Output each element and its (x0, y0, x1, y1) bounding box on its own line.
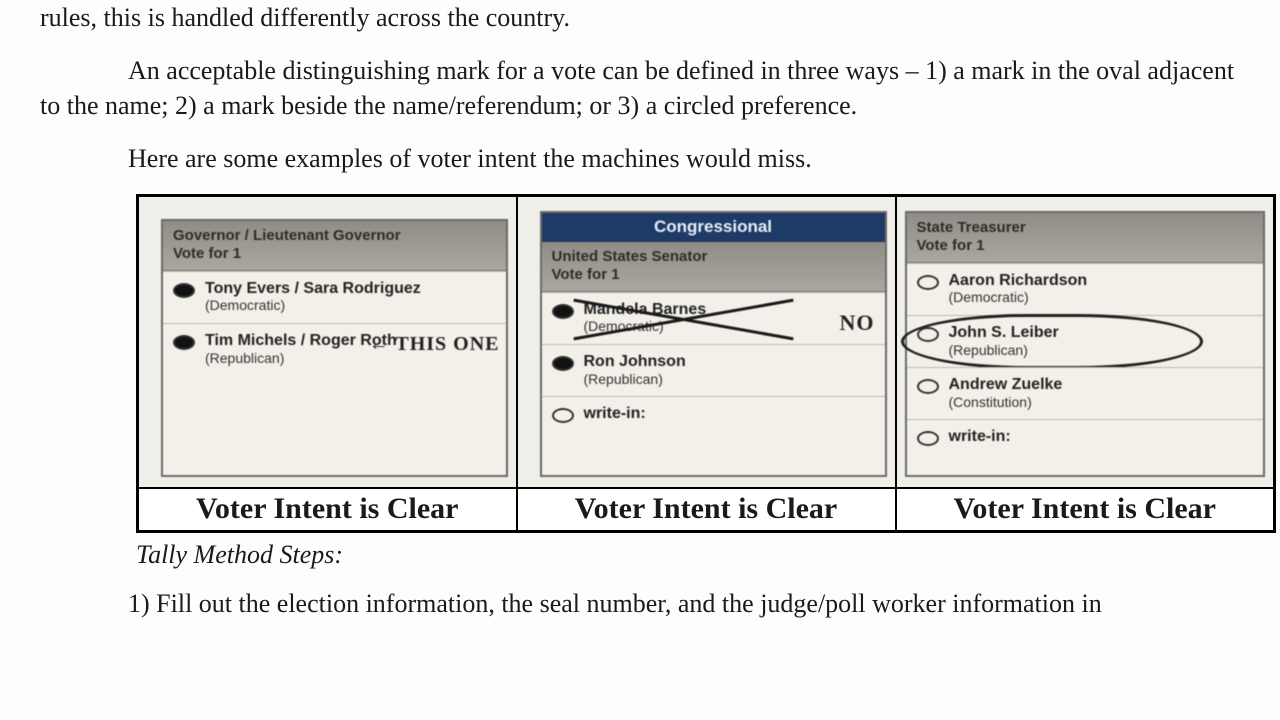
candidate-name: Aaron Richardson (949, 272, 1088, 289)
write-in-label: write-in: (584, 405, 646, 422)
ballot-example-1: Governor / Lieutenant Governor Vote for … (138, 196, 517, 489)
document-page: rules, this is handled differently acros… (0, 0, 1280, 621)
ballot-header: State Treasurer Vote for 1 (907, 213, 1264, 263)
oval-icon (552, 356, 574, 371)
candidate-party: (Democratic) (949, 289, 1029, 305)
ballot-titlebar: Congressional (542, 213, 885, 242)
handwritten-annotation: NO (840, 311, 875, 335)
paragraph-fragment-top: rules, this is handled differently acros… (40, 0, 1240, 35)
oval-icon (917, 379, 939, 394)
candidate-party: (Republican) (584, 371, 663, 387)
candidate-name: Andrew Zuelke (949, 376, 1063, 393)
ballot-row: Aaron Richardson (Democratic) (907, 263, 1264, 315)
section-subheading: Tally Method Steps: (136, 537, 1240, 572)
ballot-row-crossed: Mandela Barnes (Democratic) NO (542, 292, 885, 344)
candidate-name: Ron Johnson (584, 353, 686, 370)
write-in-label: write-in: (949, 428, 1011, 445)
step-1-fragment: 1) Fill out the election information, th… (40, 586, 1240, 621)
candidate-party: (Democratic) (584, 318, 664, 334)
oval-icon (917, 275, 939, 290)
ballot-header: United States Senator Vote for 1 (542, 242, 885, 292)
handwritten-annotation: ← THIS ONE (369, 334, 500, 354)
candidate-party: (Republican) (205, 350, 284, 366)
candidate-party: (Constitution) (949, 394, 1032, 410)
oval-icon (917, 327, 939, 342)
ballot-row: Tony Evers / Sara Rodriguez (Democratic) (163, 271, 506, 323)
paragraph-acceptable-marks: An acceptable distinguishing mark for a … (40, 53, 1240, 123)
ballot-row: Tim Michels / Roger Roth (Republican) ← … (163, 323, 506, 475)
ballot-header: Governor / Lieutenant Governor Vote for … (163, 221, 506, 271)
example-caption: Voter Intent is Clear (896, 488, 1275, 531)
ballot-example-2: Congressional United States Senator Vote… (517, 196, 896, 489)
candidate-name: Mandela Barnes (584, 301, 707, 318)
example-caption: Voter Intent is Clear (138, 488, 517, 531)
oval-icon (552, 304, 574, 319)
oval-icon (173, 335, 195, 350)
oval-icon (552, 408, 574, 423)
ballot-example-3: State Treasurer Vote for 1 Aaron Richard… (896, 196, 1275, 489)
candidate-party: (Republican) (949, 342, 1028, 358)
ballot-row: Andrew Zuelke (Constitution) (907, 367, 1264, 419)
candidate-party: (Democratic) (205, 297, 285, 313)
ballot-row: Ron Johnson (Republican) (542, 344, 885, 396)
ballot-row: write-in: (542, 396, 885, 475)
candidate-name: Tony Evers / Sara Rodriguez (205, 280, 421, 297)
candidate-name: John S. Leiber (949, 324, 1059, 341)
paragraph-examples-intro: Here are some examples of voter intent t… (40, 141, 1240, 176)
ballot-row-circled: John S. Leiber (Republican) (907, 315, 1264, 367)
ballot-row: write-in: (907, 419, 1264, 475)
example-caption: Voter Intent is Clear (517, 488, 896, 531)
voter-intent-examples-table: Governor / Lieutenant Governor Vote for … (136, 194, 1276, 533)
oval-icon (173, 283, 195, 298)
oval-icon (917, 431, 939, 446)
